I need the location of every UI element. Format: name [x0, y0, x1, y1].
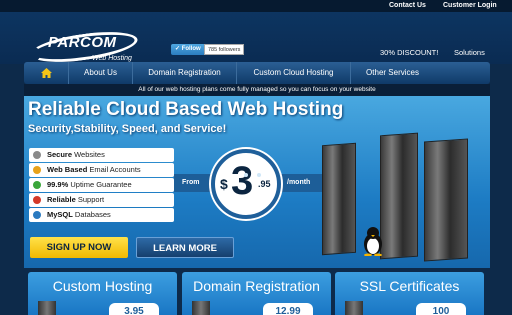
server-icon: [345, 301, 363, 315]
price-cents: .95: [258, 179, 271, 189]
database-icon: [33, 211, 41, 219]
home-button[interactable]: [24, 62, 68, 84]
feature-item: Reliable Support: [29, 193, 174, 207]
price-value: 3: [231, 159, 254, 203]
solutions-link[interactable]: Solutions: [454, 48, 485, 57]
nav-about-us[interactable]: About Us: [68, 62, 132, 84]
top-bar: Contact Us Customer Login: [0, 0, 512, 12]
panel-ssl-certificates[interactable]: SSL Certificates 100: [335, 272, 484, 315]
panel-price: 3.95: [109, 303, 159, 315]
panel-domain-registration[interactable]: Domain Registration 12.99: [182, 272, 331, 315]
server-icon: [38, 301, 56, 315]
hero-banner: Reliable Cloud Based Web Hosting Securit…: [24, 96, 490, 268]
contact-us-link[interactable]: Contact Us: [389, 1, 426, 11]
email-icon: [33, 166, 41, 174]
feature-item: 99.9% Uptime Guarantee: [29, 178, 174, 192]
customer-login-link[interactable]: Customer Login: [443, 1, 497, 11]
server-image: [424, 138, 468, 262]
feature-item: Secure Websites: [29, 148, 174, 162]
nav-custom-cloud-hosting[interactable]: Custom Cloud Hosting: [236, 62, 350, 84]
nav-other-services[interactable]: Other Services: [350, 62, 434, 84]
chart-icon: [33, 181, 41, 189]
feature-item: Web Based Email Accounts: [29, 163, 174, 177]
feature-list: Secure Websites Web Based Email Accounts…: [29, 148, 174, 223]
twitter-bird-icon: ✓: [175, 46, 182, 52]
panel-price: 100: [416, 303, 466, 315]
price-per-month: /month: [287, 179, 311, 186]
hero-title: Reliable Cloud Based Web Hosting: [28, 99, 344, 120]
support-icon: [33, 196, 41, 204]
server-icon: [192, 301, 210, 315]
panel-price: 12.99: [263, 303, 313, 315]
discount-link[interactable]: 30% DISCOUNT!: [380, 48, 438, 57]
panel-title: Domain Registration: [193, 278, 320, 294]
follow-label: Follow: [181, 46, 201, 52]
linux-penguin-icon: [364, 227, 382, 256]
learn-more-button[interactable]: LEARN MORE: [136, 237, 234, 258]
logo[interactable]: PARCOM: [48, 34, 117, 51]
sign-up-button[interactable]: SIGN UP NOW: [30, 237, 128, 258]
main-nav: About Us Domain Registration Custom Clou…: [24, 62, 490, 84]
feature-item: MySQL Databases: [29, 208, 174, 222]
slider-dot[interactable]: [244, 173, 248, 177]
slider-dot[interactable]: [257, 173, 261, 177]
lock-icon: [33, 151, 41, 159]
logo-subtitle: Web Hosting: [92, 55, 132, 62]
panel-title: Custom Hosting: [52, 278, 153, 294]
twitter-follow-button[interactable]: ✓ Follow: [171, 44, 205, 55]
followers-count: 785 followers: [204, 44, 245, 55]
price-from-label: From: [182, 179, 200, 186]
server-image: [322, 142, 356, 256]
nav-domain-registration[interactable]: Domain Registration: [132, 62, 236, 84]
tagline: All of our web hosting plans come fully …: [24, 84, 490, 96]
panel-custom-hosting[interactable]: Custom Hosting 3.95: [28, 272, 177, 315]
hero-subtitle: Security,Stability, Speed, and Service!: [28, 123, 227, 135]
site-header: PARCOM Web Hosting ✓ Follow 785 follower…: [0, 12, 512, 68]
home-icon: [40, 68, 52, 78]
server-image: [380, 132, 418, 260]
panel-title: SSL Certificates: [359, 278, 460, 294]
price-dollar-sign: $: [220, 176, 228, 192]
